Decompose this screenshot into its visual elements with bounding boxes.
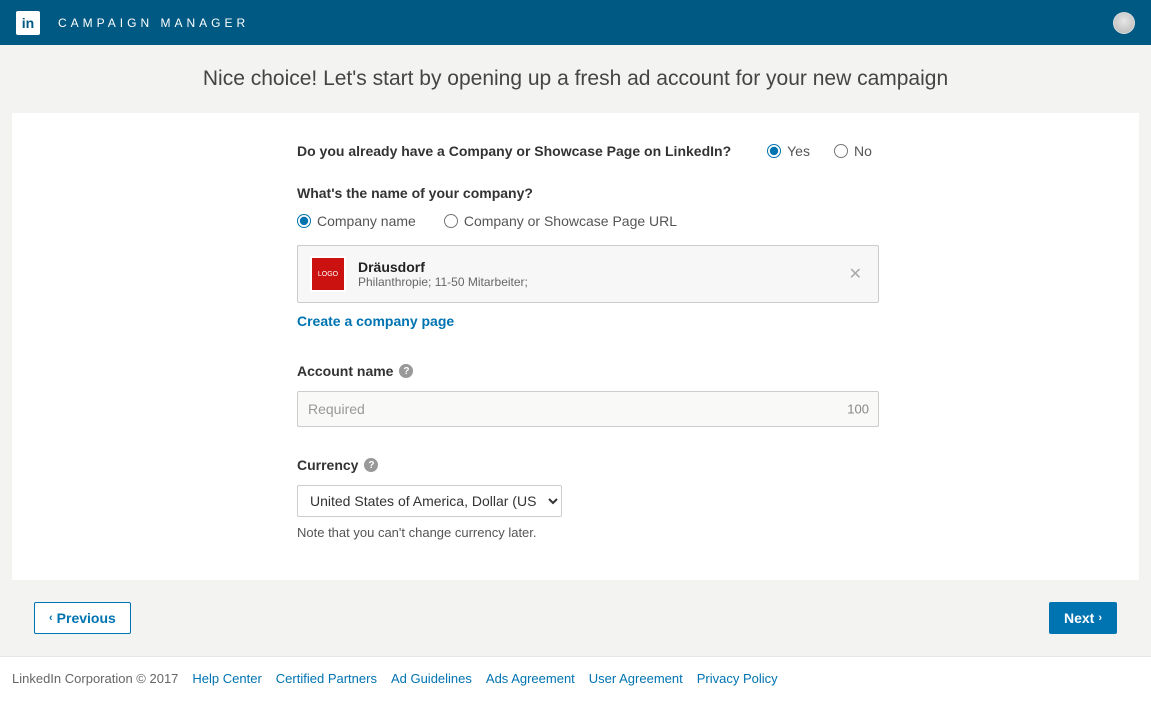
chevron-right-icon: › — [1098, 612, 1102, 624]
account-name-label-text: Account name — [297, 363, 393, 379]
footer-link-ads-agreement[interactable]: Ads Agreement — [486, 671, 575, 686]
wizard-nav: ‹ Previous Next › — [0, 580, 1151, 656]
help-icon[interactable]: ? — [399, 364, 413, 378]
company-logo-icon: LOGO — [310, 256, 346, 292]
company-name-question-text: What's the name of your company? — [297, 185, 533, 201]
chevron-left-icon: ‹ — [49, 612, 53, 624]
selected-company-chip: LOGO Dräusdorf Philanthropie; 11-50 Mita… — [297, 245, 879, 303]
option-company-name-label: Company name — [317, 213, 416, 229]
yes-label: Yes — [787, 143, 810, 159]
footer-link-user-agreement[interactable]: User Agreement — [589, 671, 683, 686]
previous-button-label: Previous — [57, 610, 116, 626]
account-name-input[interactable] — [297, 391, 879, 427]
next-button-label: Next — [1064, 610, 1094, 626]
option-page-url[interactable]: Company or Showcase Page URL — [444, 213, 677, 229]
app-header: in CAMPAIGN MANAGER — [0, 0, 1151, 45]
company-name-question-label: What's the name of your company? — [297, 185, 879, 201]
selected-company-name: Dräusdorf — [358, 259, 528, 275]
close-icon[interactable]: ✕ — [845, 260, 866, 288]
no-label: No — [854, 143, 872, 159]
currency-note: Note that you can't change currency late… — [297, 525, 879, 540]
existing-page-no[interactable]: No — [834, 143, 872, 159]
page-title: Nice choice! Let's start by opening up a… — [0, 45, 1151, 113]
currency-select[interactable]: United States of America, Dollar (USD) — [297, 485, 562, 517]
next-button[interactable]: Next › — [1049, 602, 1117, 634]
existing-page-no-radio[interactable] — [834, 144, 848, 158]
footer-copyright: LinkedIn Corporation © 2017 — [12, 671, 178, 686]
selected-company-subtitle: Philanthropie; 11-50 Mitarbeiter; — [358, 275, 528, 289]
option-page-url-label: Company or Showcase Page URL — [464, 213, 677, 229]
account-name-label: Account name ? — [297, 363, 879, 379]
existing-page-yes-radio[interactable] — [767, 144, 781, 158]
app-title: CAMPAIGN MANAGER — [58, 16, 249, 30]
existing-page-question-label: Do you already have a Company or Showcas… — [297, 143, 731, 159]
footer: LinkedIn Corporation © 2017 Help Center … — [0, 656, 1151, 706]
linkedin-logo-icon[interactable]: in — [16, 11, 40, 35]
avatar[interactable] — [1113, 12, 1135, 34]
existing-page-yes[interactable]: Yes — [767, 143, 810, 159]
create-company-page-link[interactable]: Create a company page — [297, 313, 454, 329]
footer-link-privacy-policy[interactable]: Privacy Policy — [697, 671, 778, 686]
form-card: Do you already have a Company or Showcas… — [12, 113, 1139, 580]
help-icon[interactable]: ? — [364, 458, 378, 472]
currency-label: Currency ? — [297, 457, 879, 473]
previous-button[interactable]: ‹ Previous — [34, 602, 131, 634]
option-company-name[interactable]: Company name — [297, 213, 416, 229]
account-name-char-count: 100 — [847, 402, 869, 417]
footer-link-certified-partners[interactable]: Certified Partners — [276, 671, 377, 686]
footer-link-help-center[interactable]: Help Center — [192, 671, 261, 686]
footer-link-ad-guidelines[interactable]: Ad Guidelines — [391, 671, 472, 686]
option-company-name-radio[interactable] — [297, 214, 311, 228]
currency-label-text: Currency — [297, 457, 358, 473]
option-page-url-radio[interactable] — [444, 214, 458, 228]
